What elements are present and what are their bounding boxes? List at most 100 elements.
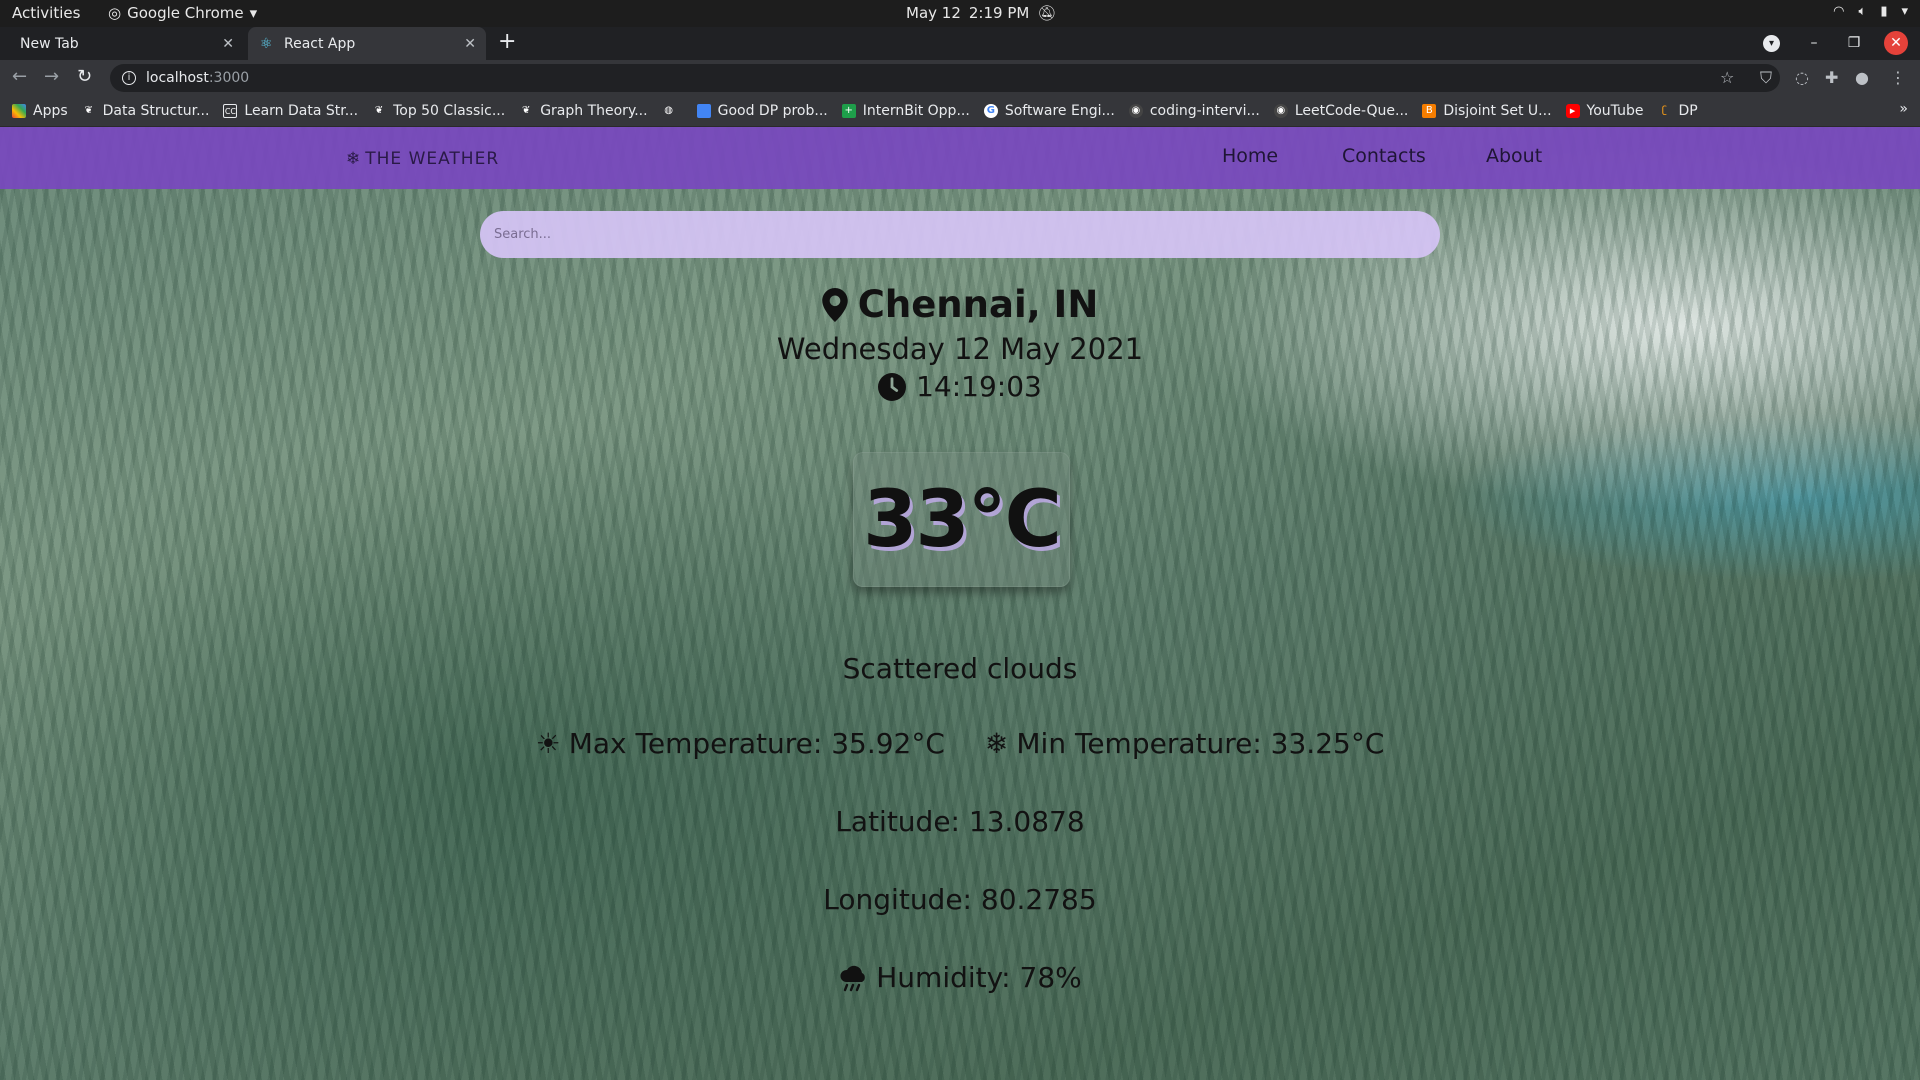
app-menu[interactable]: ◎ Google Chrome ▾ xyxy=(108,4,257,22)
clock-time: 2:19 PM xyxy=(968,4,1030,22)
tab-react-app[interactable]: ⚛ React App ✕ xyxy=(248,27,486,60)
activities-button[interactable]: Activities xyxy=(12,4,80,22)
browser-toolbar: ← → ↻ i localhost:3000 ☆ ⛉ ◌ ✚ ● ⋮ xyxy=(0,60,1920,96)
temperature-value: 33°C xyxy=(863,474,1062,565)
snowflake-icon: ❄ xyxy=(984,727,1009,760)
github-icon: ◉ xyxy=(1128,104,1143,118)
window-close-button[interactable]: ✕ xyxy=(1884,31,1908,55)
nav-contacts-link[interactable]: Contacts xyxy=(1342,145,1426,167)
extensions-icon[interactable]: ✚ xyxy=(1825,68,1838,87)
bookmarks-overflow-icon[interactable]: » xyxy=(1899,101,1908,117)
bookmark-icon: ❦ xyxy=(374,105,384,116)
city-name: Chennai, IN xyxy=(857,283,1099,326)
bookmark-item[interactable]: G Software Engi... xyxy=(983,103,1115,119)
tab-new-tab[interactable]: New Tab ✕ xyxy=(8,27,244,60)
max-temperature-label: Max Temperature: 35.92°C xyxy=(568,727,945,760)
bookmark-item[interactable]: ʗ DP xyxy=(1657,103,1698,119)
bookmark-icon: ❦ xyxy=(521,105,531,116)
latitude: Latitude: 13.0878 xyxy=(835,805,1085,838)
info-icon[interactable]: i xyxy=(122,71,136,85)
cast-icon[interactable]: ◌ xyxy=(1795,68,1809,87)
humidity: Humidity: 78% xyxy=(0,961,1920,994)
bookmark-item[interactable]: CC Learn Data Str... xyxy=(223,103,358,119)
nav-about-link[interactable]: About xyxy=(1486,145,1542,167)
current-date: Wednesday 12 May 2021 xyxy=(776,332,1144,366)
shield-icon[interactable]: ⛉ xyxy=(1760,68,1772,88)
app-menu-label: Google Chrome xyxy=(127,4,244,22)
forward-icon[interactable]: → xyxy=(44,66,59,87)
weather-description: Scattered clouds xyxy=(842,652,1078,685)
star-icon[interactable]: ☆ xyxy=(1720,68,1734,87)
github-icon: ◉ xyxy=(1273,104,1288,118)
clock-date: May 12 xyxy=(906,4,961,22)
app-navbar: ❄ THE WEATHER Home Contacts About xyxy=(0,127,1920,189)
close-icon[interactable]: ✕ xyxy=(222,36,234,52)
back-icon[interactable]: ← xyxy=(12,66,27,87)
brand-title: THE WEATHER xyxy=(365,149,500,169)
cloud-rain-icon xyxy=(840,965,866,991)
temperature-card: 33°C xyxy=(853,452,1070,587)
restore-button[interactable]: ❐ xyxy=(1842,31,1866,55)
clock-icon xyxy=(878,372,907,401)
search-input[interactable] xyxy=(480,211,1440,258)
plus-icon: + xyxy=(841,104,856,118)
new-tab-button[interactable]: + xyxy=(498,29,516,54)
current-time: 14:19:03 xyxy=(0,370,1920,403)
volume-icon: 🔈︎ xyxy=(1858,4,1867,19)
avatar[interactable]: ● xyxy=(1855,68,1869,87)
blogger-icon: B xyxy=(1422,104,1437,118)
system-tray[interactable]: ◠ 🔈︎ ▮ ▾ xyxy=(1833,4,1908,19)
max-temperature: ☀ Max Temperature: 35.92°C xyxy=(536,727,945,760)
close-icon[interactable]: ✕ xyxy=(464,36,476,52)
url-text: localhost:3000 xyxy=(146,70,250,86)
bookmark-item[interactable]: B Disjoint Set U... xyxy=(1422,103,1552,119)
globe-icon: ◍ xyxy=(664,105,673,116)
bookmark-item[interactable]: ▶ YouTube xyxy=(1565,103,1643,119)
tab-search-icon[interactable]: ▾ xyxy=(1763,35,1780,52)
map-pin-icon xyxy=(821,287,848,322)
bookmark-icon: ❦ xyxy=(84,105,93,116)
bell-muted-icon: 🔕︎ xyxy=(1037,4,1057,22)
sun-icon: ☀ xyxy=(535,727,561,760)
bookmark-item[interactable]: ◍ xyxy=(662,104,683,118)
menu-dots-icon[interactable]: ⋮ xyxy=(1890,68,1906,87)
brand-logo[interactable]: ❄ THE WEATHER xyxy=(346,149,499,169)
address-bar[interactable]: i localhost:3000 xyxy=(110,64,1780,92)
leetcode-icon: ʗ xyxy=(1661,105,1668,116)
humidity-label: Humidity: 78% xyxy=(876,961,1082,994)
longitude: Longitude: 80.2785 xyxy=(823,883,1097,916)
tab-label: React App xyxy=(284,35,356,52)
caret-down-icon: ▾ xyxy=(249,4,258,22)
bar-icon xyxy=(696,104,711,118)
time-value: 14:19:03 xyxy=(916,370,1042,403)
bookmark-item[interactable]: ❦ Top 50 Classic... xyxy=(372,103,505,119)
react-icon: ⚛ xyxy=(260,35,273,52)
min-temperature-label: Min Temperature: 33.25°C xyxy=(1016,727,1385,760)
bookmark-item[interactable]: ◉ LeetCode-Que... xyxy=(1273,103,1408,119)
os-top-bar: Activities ◎ Google Chrome ▾ May 12 2:19… xyxy=(0,0,1920,27)
caret-down-icon: ▾ xyxy=(1901,4,1908,19)
bookmark-apps[interactable]: Apps xyxy=(12,103,68,119)
reload-icon[interactable]: ↻ xyxy=(77,66,92,87)
tab-label: New Tab xyxy=(20,35,79,52)
weather-page: ❄ THE WEATHER Home Contacts About Chenna… xyxy=(0,127,1920,1080)
youtube-icon: ▶ xyxy=(1565,104,1580,118)
tab-strip: New Tab ✕ ⚛ React App ✕ + ▾ – ❐ ✕ xyxy=(0,27,1920,60)
bookmark-item[interactable]: ◉ coding-intervi... xyxy=(1128,103,1260,119)
min-temperature: ❄ Min Temperature: 33.25°C xyxy=(985,727,1384,760)
bookmark-item[interactable]: + InternBit Opp... xyxy=(841,103,970,119)
apps-grid-icon xyxy=(12,104,26,118)
chrome-icon: ◎ xyxy=(108,4,122,22)
clock[interactable]: May 12 2:19 PM 🔕︎ xyxy=(906,4,1056,22)
bookmark-item[interactable]: ❦ Data Structur... xyxy=(82,103,209,119)
minimize-button[interactable]: – xyxy=(1802,31,1826,55)
bookmarks-bar: Apps ❦ Data Structur... CC Learn Data Str.… xyxy=(0,96,1920,127)
min-max-row: ☀ Max Temperature: 35.92°C ❄ Min Tempera… xyxy=(0,727,1920,760)
snowflake-icon: ❄ xyxy=(346,149,362,169)
bookmark-item[interactable]: ❦ Graph Theory... xyxy=(519,103,648,119)
google-icon: G xyxy=(983,104,998,118)
battery-icon: ▮ xyxy=(1880,4,1888,19)
location-heading: Chennai, IN xyxy=(0,283,1920,326)
bookmark-item[interactable]: Good DP prob... xyxy=(696,103,828,119)
nav-home-link[interactable]: Home xyxy=(1222,145,1278,167)
